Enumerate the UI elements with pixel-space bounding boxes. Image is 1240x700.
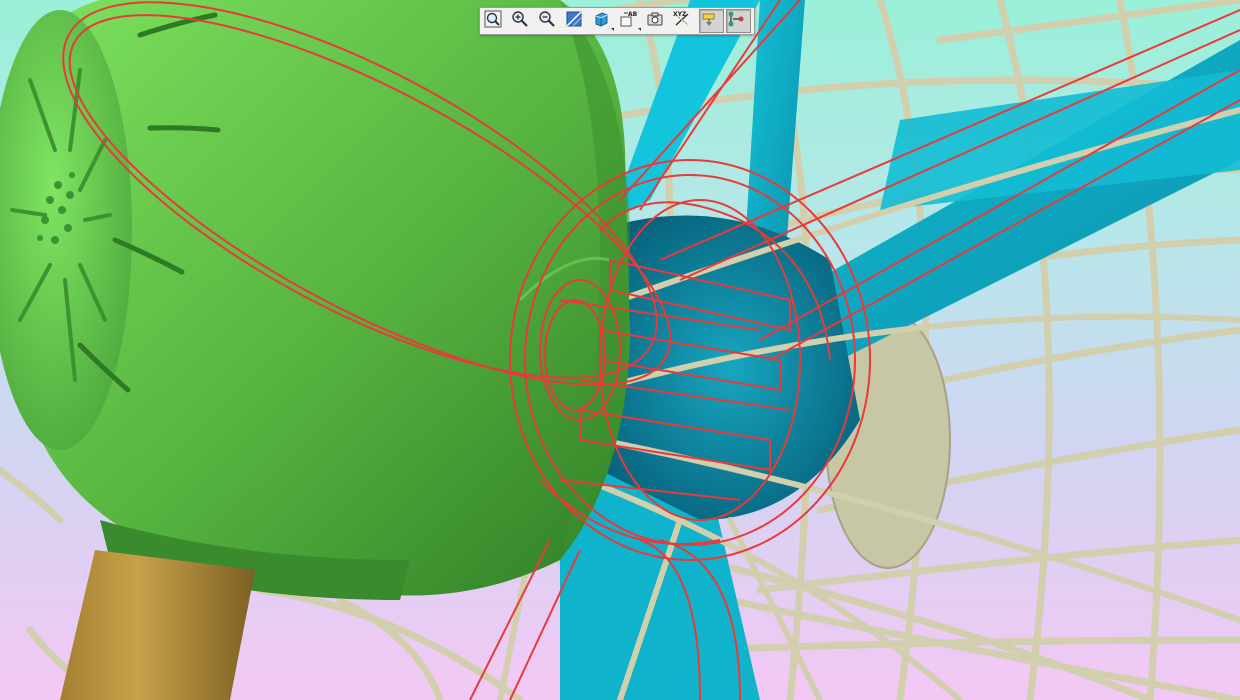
connector-icon	[728, 11, 744, 27]
cad-scene[interactable]	[0, 0, 1240, 700]
axes-icon: XYZ	[673, 11, 689, 26]
zoom-fit-button[interactable]	[483, 9, 508, 33]
zoom-out-button[interactable]	[537, 9, 562, 33]
model-viewport[interactable]: AB XYZ	[0, 0, 1240, 700]
datum-planes-button[interactable]	[699, 9, 724, 33]
camera-icon	[647, 12, 663, 26]
axes-label: XYZ	[673, 11, 687, 18]
zoom-in-icon	[512, 11, 528, 27]
shaded-cube-icon	[595, 12, 608, 27]
section-icon	[566, 11, 582, 27]
zoom-out-icon	[539, 11, 555, 27]
annotation-icon: AB	[620, 11, 637, 27]
zoom-fit-icon	[484, 10, 502, 28]
motor-housing[interactable]	[0, 0, 630, 600]
connector-button[interactable]	[726, 9, 751, 33]
annotation-label: AB	[628, 11, 637, 18]
snapshot-button[interactable]	[645, 9, 670, 33]
view-toolbar: AB XYZ	[479, 7, 755, 35]
datum-plane-icon	[702, 13, 715, 26]
zoom-in-button[interactable]	[510, 9, 535, 33]
datum-axes-button[interactable]: XYZ	[672, 9, 697, 33]
annotations-button[interactable]: AB	[618, 9, 643, 33]
display-style-button[interactable]	[591, 9, 616, 33]
section-view-button[interactable]	[564, 9, 589, 33]
stand-pole[interactable]	[60, 550, 255, 700]
